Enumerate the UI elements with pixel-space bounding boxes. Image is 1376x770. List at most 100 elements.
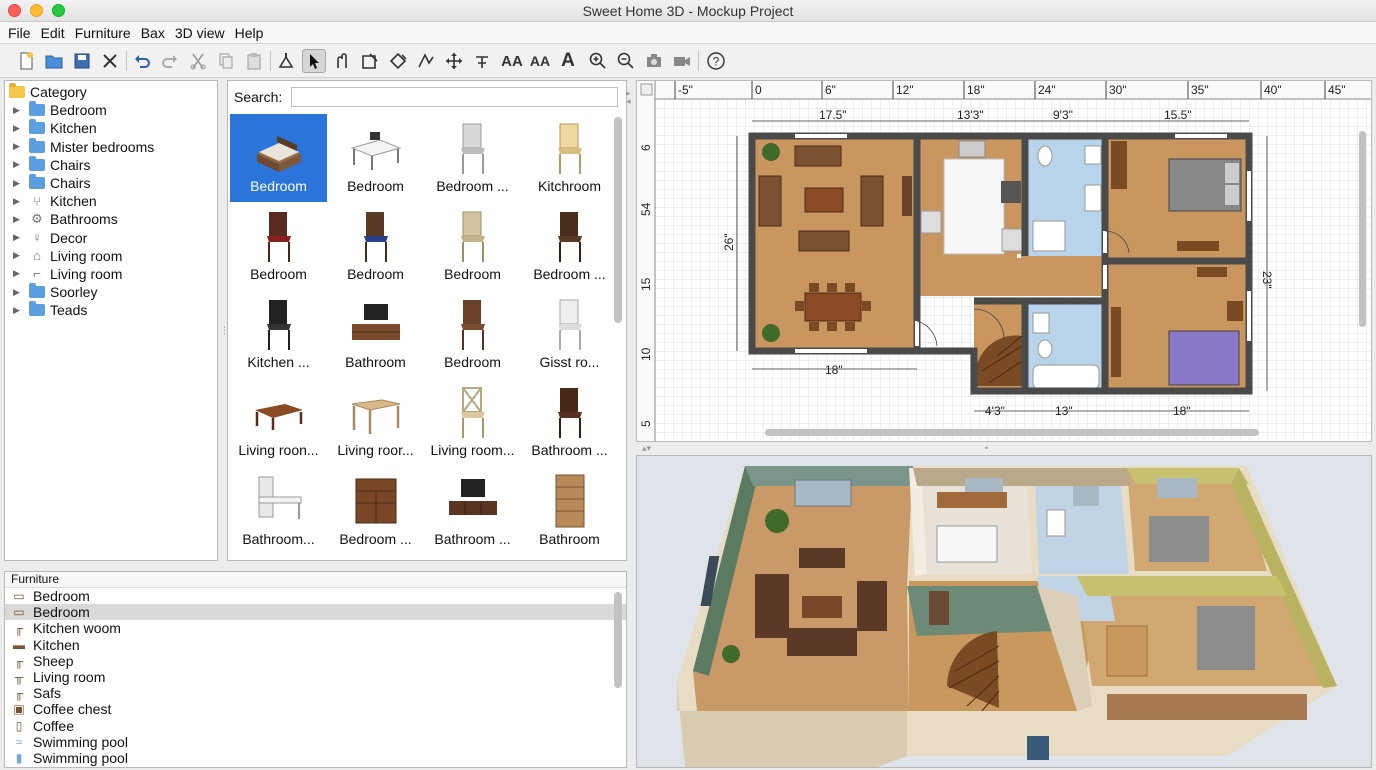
add-furniture-icon[interactable] bbox=[274, 49, 298, 73]
catalog-item-chair-dark[interactable]: Bedroom ... bbox=[521, 202, 612, 290]
3d-bed[interactable] bbox=[1149, 516, 1209, 562]
splitter-arrow[interactable]: ◂ bbox=[626, 96, 631, 107]
zoom-out-icon[interactable] bbox=[614, 49, 638, 73]
tree-item[interactable]: ▶ Teads bbox=[5, 301, 217, 319]
catalog-item-tv-unit[interactable]: Bathroom ... bbox=[424, 467, 521, 555]
tree-item[interactable]: ▶ Kitchen bbox=[5, 119, 217, 137]
tree-item[interactable]: ▶ Chairs bbox=[5, 155, 217, 174]
plan-canvas[interactable]: -5" 0 6" 12" 18" 24" 30" 35" 40" 45" 6 5… bbox=[637, 81, 1371, 441]
sofa-symbol[interactable] bbox=[794, 145, 842, 167]
3d-plant[interactable] bbox=[722, 645, 740, 663]
expand-triangle-icon[interactable]: ▶ bbox=[13, 305, 23, 316]
tree-item[interactable]: ▶ Bedroom bbox=[5, 101, 217, 119]
zoom-in-icon[interactable] bbox=[586, 49, 610, 73]
tree-item[interactable]: ▶ ⑂ Kitchen bbox=[5, 192, 217, 210]
3d-view[interactable] bbox=[636, 455, 1372, 768]
decrease-text-size-icon[interactable]: AA bbox=[528, 49, 552, 73]
tree-item[interactable]: ▶ ♀ Decor bbox=[5, 229, 217, 247]
expand-triangle-icon[interactable]: ▶ bbox=[13, 178, 23, 189]
plan-view[interactable]: -5" 0 6" 12" 18" 24" 30" 35" 40" 45" 6 5… bbox=[636, 80, 1372, 442]
cut-icon[interactable] bbox=[98, 49, 122, 73]
furniture-row[interactable]: ╥ Living room bbox=[5, 669, 626, 685]
catalog-item-bookshelf[interactable]: Bathroom bbox=[521, 467, 612, 555]
stove-symbol[interactable] bbox=[1001, 181, 1021, 203]
furniture-row[interactable]: ▭ Bedroom bbox=[5, 588, 626, 604]
catalog-item-chair-blue[interactable]: Bedroom bbox=[327, 202, 424, 290]
3d-sofa[interactable] bbox=[755, 574, 789, 638]
armchair-symbol[interactable] bbox=[860, 175, 884, 227]
splitter-handle[interactable]: ⋮ bbox=[220, 325, 229, 336]
save-icon[interactable] bbox=[70, 49, 94, 73]
catalog-item-desk-white[interactable]: Bathroom... bbox=[230, 467, 327, 555]
3d-bed[interactable] bbox=[1197, 606, 1255, 670]
furniture-row[interactable]: ▣ Coffee chest bbox=[5, 701, 626, 717]
tree-item[interactable]: ▶ ⌂ Living room bbox=[5, 247, 217, 265]
select-mode-icon[interactable] bbox=[302, 49, 326, 73]
catalog-item-table-light[interactable]: Living roor... bbox=[327, 378, 424, 466]
catalog-item-chair-red[interactable]: Bedroom bbox=[230, 202, 327, 290]
catalog-item-chair-black[interactable]: Kitchen ... bbox=[230, 290, 327, 378]
catalog-item-bed[interactable]: Bedroom bbox=[230, 114, 327, 202]
splitter-handle[interactable]: • bbox=[985, 443, 988, 453]
3d-front-door[interactable] bbox=[1027, 736, 1049, 760]
catalog-item-chair-beige[interactable]: Bedroom bbox=[424, 202, 521, 290]
create-polylines-icon[interactable] bbox=[414, 49, 438, 73]
plant-symbol[interactable] bbox=[762, 324, 780, 342]
menu-furniture[interactable]: Furniture bbox=[71, 22, 135, 43]
armchair-symbol[interactable] bbox=[758, 175, 782, 227]
furniture-row[interactable]: ╓ Safs bbox=[5, 685, 626, 701]
3d-sofa[interactable] bbox=[799, 548, 845, 568]
expand-triangle-icon[interactable]: ▶ bbox=[13, 141, 23, 152]
catalog-item-tv-stand[interactable]: Bathroom bbox=[327, 290, 424, 378]
create-video-icon[interactable] bbox=[670, 49, 694, 73]
catalog-item-chair-cross[interactable]: Living room... bbox=[424, 378, 521, 466]
tree-root[interactable]: Category bbox=[5, 83, 217, 101]
expand-triangle-icon[interactable]: ▶ bbox=[13, 287, 23, 298]
copy-icon[interactable] bbox=[214, 49, 238, 73]
expand-triangle-icon[interactable]: ▶ bbox=[13, 250, 23, 261]
furniture-list-header[interactable]: Furniture bbox=[5, 572, 626, 588]
furniture-row[interactable]: ≈ Swimming pool bbox=[5, 734, 626, 750]
3d-plant[interactable] bbox=[765, 509, 789, 533]
catalog-item-chair-white[interactable]: Bedroom ... bbox=[424, 114, 521, 202]
redo-icon[interactable] bbox=[158, 49, 182, 73]
catalog-item-coffee-table[interactable]: Living roon... bbox=[230, 378, 327, 466]
furniture-row-selected[interactable]: ▭ Bedroom bbox=[5, 604, 626, 621]
expand-triangle-icon[interactable]: ▶ bbox=[13, 196, 23, 207]
catalog-scrollbar[interactable] bbox=[614, 117, 622, 323]
shower-symbol[interactable] bbox=[1032, 220, 1066, 252]
new-file-icon[interactable] bbox=[14, 49, 38, 73]
tree-item[interactable]: ▶ ⚙ Bathrooms bbox=[5, 210, 217, 228]
expand-triangle-icon[interactable]: ▶ bbox=[13, 214, 23, 225]
menu-help[interactable]: Help bbox=[231, 22, 268, 43]
expand-triangle-icon[interactable]: ▶ bbox=[13, 268, 23, 279]
ruler-corner-button[interactable] bbox=[640, 83, 653, 96]
pan-mode-icon[interactable] bbox=[330, 49, 354, 73]
furniture-row[interactable]: ▯ Coffee bbox=[5, 718, 626, 734]
tree-item[interactable]: ▶ Chairs bbox=[5, 174, 217, 192]
coffee-table-symbol[interactable] bbox=[804, 187, 844, 213]
plan-horizontal-scrollbar[interactable] bbox=[765, 429, 1259, 436]
expand-triangle-icon[interactable]: ▶ bbox=[13, 105, 23, 116]
menu-3d-view[interactable]: 3D view bbox=[171, 22, 229, 43]
furniture-row[interactable]: ╓ Kitchen woom bbox=[5, 620, 626, 636]
expand-triangle-icon[interactable]: ▶ bbox=[13, 123, 23, 134]
plant-symbol[interactable] bbox=[762, 143, 780, 161]
tree-item[interactable]: ▶ Mister bedrooms bbox=[5, 137, 217, 156]
3d-canvas[interactable] bbox=[637, 456, 1371, 767]
tree-item[interactable]: ▶ Soorley bbox=[5, 283, 217, 301]
bathtub-symbol[interactable] bbox=[1032, 364, 1100, 390]
furniture-row[interactable]: ▬ Kitchen bbox=[5, 637, 626, 653]
create-photo-icon[interactable] bbox=[642, 49, 666, 73]
3d-garage-door[interactable] bbox=[1107, 694, 1307, 720]
paste-icon[interactable] bbox=[242, 49, 266, 73]
tree-item[interactable]: ▶ ⌐ Living room bbox=[5, 265, 217, 283]
search-input[interactable] bbox=[291, 87, 618, 107]
bed-symbol[interactable] bbox=[1168, 330, 1240, 386]
increase-text-size-icon[interactable]: AA bbox=[500, 49, 524, 73]
cut-disabled-icon[interactable] bbox=[186, 49, 210, 73]
expand-triangle-icon[interactable]: ▶ bbox=[13, 232, 23, 243]
furniture-row[interactable]: ╓ Sheep bbox=[5, 653, 626, 669]
splitter-arrows[interactable]: ▴▾ bbox=[642, 443, 651, 454]
sofa-symbol[interactable] bbox=[798, 230, 850, 252]
